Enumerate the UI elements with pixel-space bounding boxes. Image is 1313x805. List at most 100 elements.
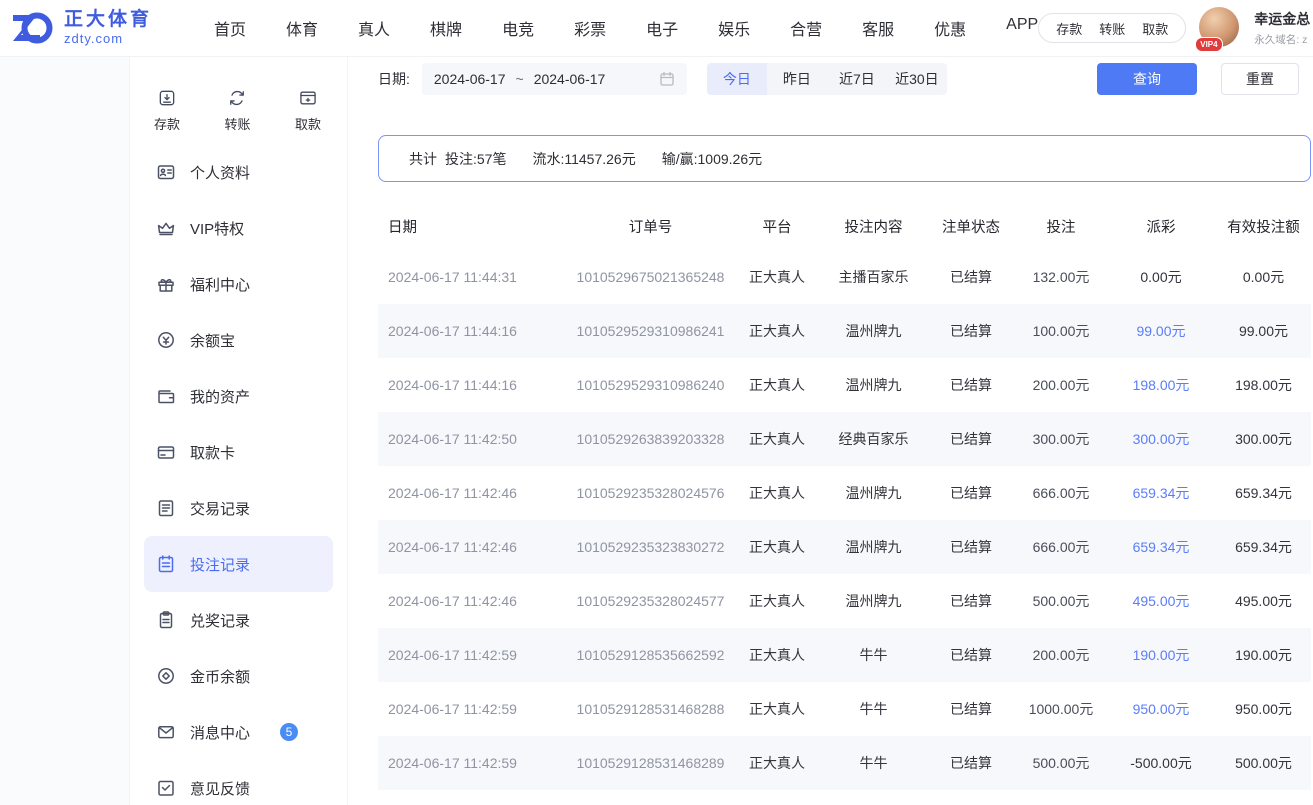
- top-bar: 正大体育 zdty.com 首页体育真人棋牌电竞彩票电子娱乐合营客服优惠APP …: [0, 0, 1313, 57]
- wallet-quick-link[interactable]: 转账: [1099, 19, 1125, 38]
- quick-action-label: 转账: [224, 114, 250, 133]
- sidebar-item-feedback[interactable]: 意见反馈: [144, 760, 333, 805]
- unread-count-badge: 5: [280, 723, 298, 741]
- quick-range-button[interactable]: 今日: [707, 63, 767, 95]
- nav-item[interactable]: 棋牌: [430, 16, 462, 40]
- wallet-quick-link[interactable]: 存款: [1056, 19, 1082, 38]
- sidebar-item-label: 消息中心: [190, 722, 250, 743]
- table-row: 2024-06-17 11:42:59 1010529128535662592 …: [378, 628, 1311, 682]
- sidebar-item-welfare[interactable]: 福利中心: [144, 256, 333, 312]
- sidebar-item-label: 兑奖记录: [190, 610, 250, 631]
- quick-range-button[interactable]: 近7日: [827, 63, 887, 95]
- sidebar-item-yuebao[interactable]: 余额宝: [144, 312, 333, 368]
- cell-order-no: 1010529235323830272: [568, 539, 733, 555]
- query-button[interactable]: 查询: [1097, 63, 1197, 95]
- cell-date: 2024-06-17 11:44:16: [378, 323, 568, 339]
- cell-platform: 正大真人: [733, 321, 821, 341]
- sidebar-item-messages[interactable]: 消息中心 5: [144, 704, 333, 760]
- user-meta: 幸运金总 永久域名: z: [1254, 9, 1313, 47]
- sidebar-item-gold-balance[interactable]: 金币余额: [144, 648, 333, 704]
- nav-item[interactable]: 客服: [862, 16, 894, 40]
- nav-item[interactable]: 体育: [286, 16, 318, 40]
- user-name: 幸运金总: [1254, 9, 1313, 29]
- cell-status: 已结算: [926, 591, 1016, 611]
- quick-action-label: 存款: [154, 114, 180, 133]
- cell-valid: 99.00元: [1216, 321, 1311, 341]
- cell-content: 温州牌九: [821, 375, 926, 395]
- sidebar-item-vip[interactable]: VIP特权: [144, 200, 333, 256]
- table-row: 2024-06-17 11:42:59 1010529128531468289 …: [378, 736, 1311, 790]
- sidebar-item-label: 余额宝: [190, 330, 235, 351]
- bet-record-icon: [156, 554, 176, 574]
- date-from-value: 2024-06-17: [434, 71, 506, 87]
- quick-action-deposit[interactable]: 存款: [154, 88, 180, 133]
- nav-item[interactable]: 娱乐: [718, 16, 750, 40]
- nav-item[interactable]: 真人: [358, 16, 390, 40]
- cell-content: 温州牌九: [821, 537, 926, 557]
- quick-action-withdraw[interactable]: 取款: [295, 88, 321, 133]
- quick-action-transfer[interactable]: 转账: [224, 88, 250, 133]
- column-header-content: 投注内容: [821, 216, 926, 237]
- cell-status: 已结算: [926, 645, 1016, 665]
- quick-range-button[interactable]: 昨日: [767, 63, 827, 95]
- cell-platform: 正大真人: [733, 591, 821, 611]
- cell-date: 2024-06-17 11:44:16: [378, 377, 568, 393]
- sidebar-item-label: 投注记录: [190, 554, 250, 575]
- wallet-quick-link[interactable]: 取款: [1142, 19, 1168, 38]
- brand-logo[interactable]: 正大体育 zdty.com: [10, 8, 170, 48]
- table-row: 2024-06-17 11:42:59 1010529128531468288 …: [378, 682, 1311, 736]
- sidebar-item-label: 金币余额: [190, 666, 250, 687]
- sidebar-item-transactions[interactable]: 交易记录: [144, 480, 333, 536]
- table-body: 2024-06-17 11:44:31 1010529675021365248 …: [378, 250, 1311, 790]
- sidebar-item-assets[interactable]: 我的资产: [144, 368, 333, 424]
- brand-logo-icon: [10, 8, 56, 48]
- cell-bet: 200.00元: [1016, 645, 1106, 665]
- sidebar-item-bet-records[interactable]: 投注记录: [144, 536, 333, 592]
- cell-bet: 300.00元: [1016, 429, 1106, 449]
- cell-order-no: 1010529128535662592: [568, 647, 733, 663]
- sidebar-menu: 个人资料 VIP特权 福利中心 余额宝: [130, 144, 347, 805]
- cell-valid: 659.34元: [1216, 483, 1311, 503]
- cell-platform: 正大真人: [733, 645, 821, 665]
- cell-payout: 659.34元: [1106, 483, 1216, 503]
- cell-content: 牛牛: [821, 645, 926, 665]
- table-row: 2024-06-17 11:42:50 1010529263839203328 …: [378, 412, 1311, 466]
- cell-status: 已结算: [926, 267, 1016, 287]
- nav-item[interactable]: 优惠: [934, 16, 966, 40]
- nav-item[interactable]: 电竞: [502, 16, 534, 40]
- nav-item[interactable]: 彩票: [574, 16, 606, 40]
- nav-item[interactable]: 首页: [214, 16, 246, 40]
- sidebar-item-withdraw-card[interactable]: 取款卡: [144, 424, 333, 480]
- user-avatar[interactable]: VIP4: [1199, 7, 1241, 49]
- nav-item[interactable]: 合营: [790, 16, 822, 40]
- transfer-icon: [225, 88, 249, 108]
- calendar-icon: [659, 71, 675, 87]
- reset-button[interactable]: 重置: [1221, 63, 1299, 95]
- brand-domain: zdty.com: [64, 32, 152, 46]
- deposit-icon: [155, 88, 179, 108]
- cell-status: 已结算: [926, 537, 1016, 557]
- id-card-icon: [156, 162, 176, 182]
- coin-yuan-icon: [156, 330, 176, 350]
- cell-payout: 495.00元: [1106, 591, 1216, 611]
- nav-item[interactable]: APP: [1006, 16, 1038, 40]
- cell-content: 温州牌九: [821, 591, 926, 611]
- nav-item[interactable]: 电子: [646, 16, 678, 40]
- quick-range-button[interactable]: 近30日: [887, 63, 947, 95]
- feedback-icon: [156, 778, 176, 798]
- cell-valid: 495.00元: [1216, 591, 1311, 611]
- cell-platform: 正大真人: [733, 483, 821, 503]
- cell-payout: 950.00元: [1106, 699, 1216, 719]
- cell-valid: 190.00元: [1216, 645, 1311, 665]
- cell-order-no: 1010529235328024576: [568, 485, 733, 501]
- sidebar-item-label: 福利中心: [190, 274, 250, 295]
- cell-date: 2024-06-17 11:42:59: [378, 647, 568, 663]
- cell-bet: 100.00元: [1016, 321, 1106, 341]
- sidebar-item-label: 我的资产: [190, 386, 250, 407]
- sidebar-item-redeem-records[interactable]: 兑奖记录: [144, 592, 333, 648]
- column-header-status: 注单状态: [926, 216, 1016, 237]
- cell-status: 已结算: [926, 375, 1016, 395]
- date-range-picker[interactable]: 2024-06-17 ~ 2024-06-17: [422, 63, 687, 95]
- cell-platform: 正大真人: [733, 267, 821, 287]
- sidebar-item-profile[interactable]: 个人资料: [144, 144, 333, 200]
